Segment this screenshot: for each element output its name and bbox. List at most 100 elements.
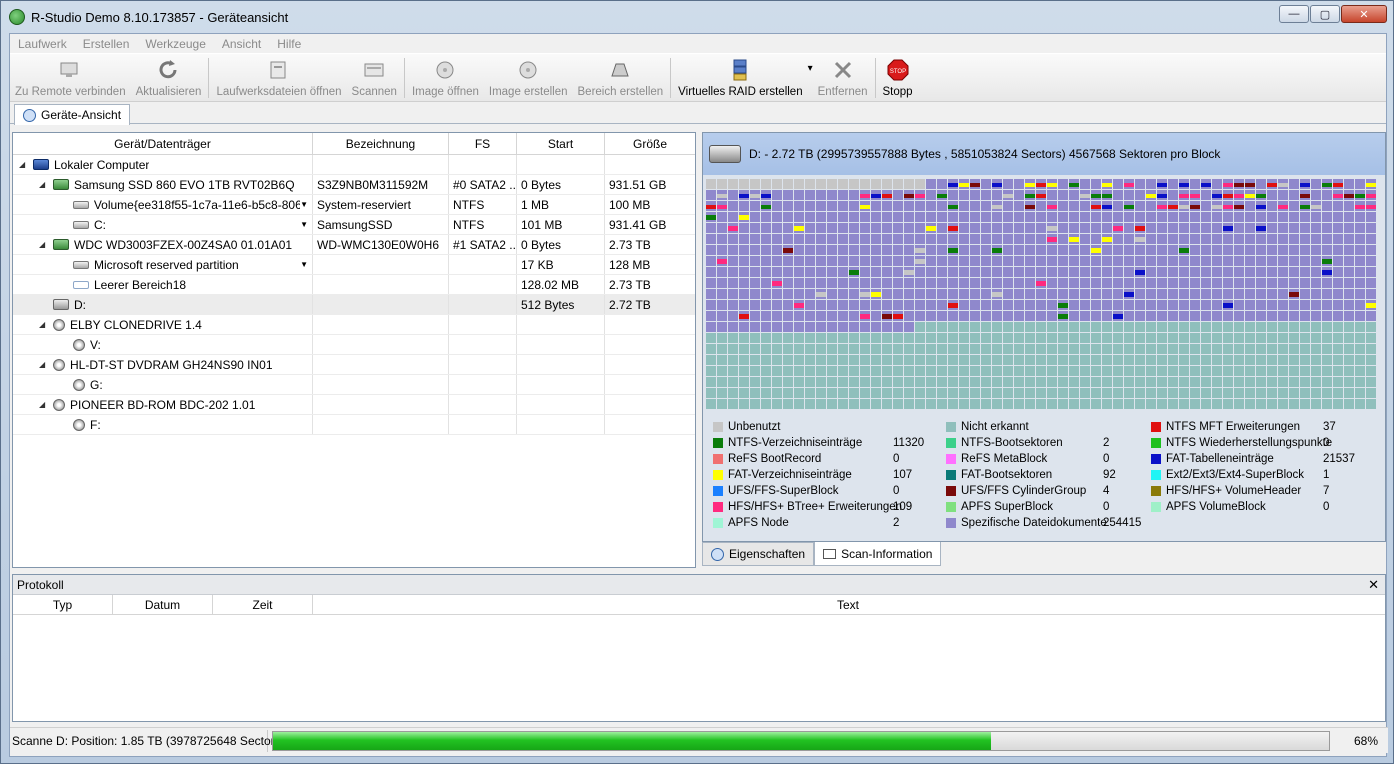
close-button[interactable]: ✕ xyxy=(1341,5,1387,23)
expand-icon[interactable]: ◢ xyxy=(39,320,49,329)
legend-item: UFS/FFS-SuperBlock 0 xyxy=(713,485,899,497)
toolbar-scan-button[interactable]: Scannen xyxy=(347,58,402,98)
col-text[interactable]: Text xyxy=(313,595,1383,614)
map-block xyxy=(1201,267,1211,277)
tree-row[interactable]: ◢ ELBY CLONEDRIVE 1.4 xyxy=(13,315,695,335)
menu-hilfe[interactable]: Hilfe xyxy=(269,37,309,51)
map-block xyxy=(794,366,804,376)
maximize-button[interactable]: ▢ xyxy=(1310,5,1340,23)
tree-row[interactable]: Microsoft reserved partition ▼ 17 KB 128 MB xyxy=(13,255,695,275)
device-start xyxy=(517,335,605,354)
menu-laufwerk[interactable]: Laufwerk xyxy=(10,37,75,51)
map-block xyxy=(1256,366,1266,376)
map-block-marker xyxy=(1366,194,1376,198)
map-block xyxy=(1190,355,1200,365)
col-start[interactable]: Start xyxy=(517,133,605,154)
expand-icon[interactable]: ◢ xyxy=(39,360,49,369)
map-block xyxy=(1322,223,1332,233)
row-dropdown-icon[interactable]: ▼ xyxy=(300,200,308,209)
col-typ[interactable]: Typ xyxy=(13,595,113,614)
map-block xyxy=(904,355,914,365)
map-block xyxy=(1245,344,1255,354)
device-fs xyxy=(449,355,517,374)
tree-row[interactable]: C: ▼ SamsungSSD NTFS 101 MB 931.41 GB xyxy=(13,215,695,235)
col-datum[interactable]: Datum xyxy=(113,595,213,614)
tree-row[interactable]: Leerer Bereich18 128.02 MB 2.73 TB xyxy=(13,275,695,295)
map-block xyxy=(1289,190,1299,200)
map-block xyxy=(1234,366,1244,376)
toolbar-remote-connect-button[interactable]: Zu Remote verbinden xyxy=(10,58,131,98)
title-bar[interactable]: R-Studio Demo 8.10.173857 - Geräteansich… xyxy=(1,1,1393,33)
tree-row[interactable]: ◢ WDC WD3003FZEX-00Z4SA0 01.01A01 WD-WMC13… xyxy=(13,235,695,255)
map-block xyxy=(1333,399,1343,409)
col-zeit[interactable]: Zeit xyxy=(213,595,313,614)
menu-erstellen[interactable]: Erstellen xyxy=(75,37,138,51)
map-block xyxy=(1124,267,1134,277)
tab-geraete-ansicht[interactable]: Geräte-Ansicht xyxy=(14,104,131,125)
map-block xyxy=(1190,212,1200,222)
map-block xyxy=(1047,355,1057,365)
expand-icon[interactable]: ◢ xyxy=(19,160,29,169)
toolbar-raid-button[interactable]: Virtuelles RAID erstellen xyxy=(673,58,807,98)
map-block-marker xyxy=(948,226,958,231)
map-block xyxy=(1300,355,1310,365)
map-block xyxy=(893,333,903,343)
map-block xyxy=(937,344,947,354)
map-block xyxy=(1080,333,1090,343)
map-block xyxy=(1179,377,1189,387)
col-fs[interactable]: FS xyxy=(449,133,517,154)
device-name: ELBY CLONEDRIVE 1.4 xyxy=(70,317,202,332)
map-block xyxy=(728,333,738,343)
map-block xyxy=(970,289,980,299)
expand-icon[interactable]: ◢ xyxy=(39,400,49,409)
tab-scan-information[interactable]: Scan-Information xyxy=(814,542,942,566)
tree-row[interactable]: ◢ Lokaler Computer xyxy=(13,155,695,175)
toolbar-region-create-button[interactable]: Bereich erstellen xyxy=(573,58,669,98)
expand-icon[interactable]: ◢ xyxy=(39,240,49,249)
map-block xyxy=(706,234,716,244)
menu-werkzeuge[interactable]: Werkzeuge xyxy=(137,37,213,51)
tree-row[interactable]: D: 512 Bytes 2.72 TB xyxy=(13,295,695,315)
scan-progress-bar xyxy=(272,730,1330,751)
toolbar-image-create-button[interactable]: Image erstellen xyxy=(484,58,573,98)
map-block xyxy=(948,399,958,409)
map-block xyxy=(1245,212,1255,222)
protokoll-close-icon[interactable]: ✕ xyxy=(1368,577,1379,593)
map-block xyxy=(937,311,947,321)
tab-eigenschaften[interactable]: Eigenschaften xyxy=(702,542,815,566)
map-block xyxy=(926,267,936,277)
row-dropdown-icon[interactable]: ▼ xyxy=(300,260,308,269)
map-block xyxy=(1124,333,1134,343)
col-groesse[interactable]: Größe xyxy=(605,133,695,154)
toolbar-stop-button[interactable]: STOP Stopp xyxy=(878,58,918,98)
tree-row[interactable]: G: xyxy=(13,375,695,395)
toolbar-remove-button[interactable]: Entfernen xyxy=(813,58,873,98)
legend-count: 2 xyxy=(1103,437,1110,449)
expand-icon[interactable]: ◢ xyxy=(39,180,49,189)
map-block xyxy=(1344,311,1354,321)
map-block xyxy=(959,388,969,398)
tree-row[interactable]: ◢ HL-DT-ST DVDRAM GH24NS90 IN01 xyxy=(13,355,695,375)
tree-row[interactable]: ◢ PIONEER BD-ROM BDC-202 1.01 xyxy=(13,395,695,415)
col-geraet[interactable]: Gerät/Datenträger xyxy=(13,133,313,154)
map-block xyxy=(1157,234,1167,244)
map-block xyxy=(1146,333,1156,343)
tree-row[interactable]: ◢ Samsung SSD 860 EVO 1TB RVT02B6Q S3Z9NB0… xyxy=(13,175,695,195)
menu-ansicht[interactable]: Ansicht xyxy=(214,37,269,51)
map-block xyxy=(1201,190,1211,200)
minimize-button[interactable]: — xyxy=(1279,5,1309,23)
col-bezeichnung[interactable]: Bezeichnung xyxy=(313,133,449,154)
legend-item: ReFS BootRecord 0 xyxy=(713,453,899,465)
toolbar-refresh-button[interactable]: Aktualisieren xyxy=(131,58,207,98)
tree-row[interactable]: V: xyxy=(13,335,695,355)
row-dropdown-icon[interactable]: ▼ xyxy=(300,220,308,229)
map-block xyxy=(937,234,947,244)
toolbar-image-open-button[interactable]: Image öffnen xyxy=(407,58,484,98)
toolbar-open-files-button[interactable]: Laufwerksdateien öffnen xyxy=(211,58,346,98)
map-block xyxy=(926,212,936,222)
tree-row[interactable]: Volume{ee318f55-1c7a-11e6-b5c8-806 ▼ Syste… xyxy=(13,195,695,215)
disk-block-map[interactable] xyxy=(706,179,1378,411)
device-tree[interactable]: Gerät/Datenträger Bezeichnung FS Start G… xyxy=(12,132,696,568)
tree-row[interactable]: F: xyxy=(13,415,695,435)
map-block xyxy=(1069,245,1079,255)
